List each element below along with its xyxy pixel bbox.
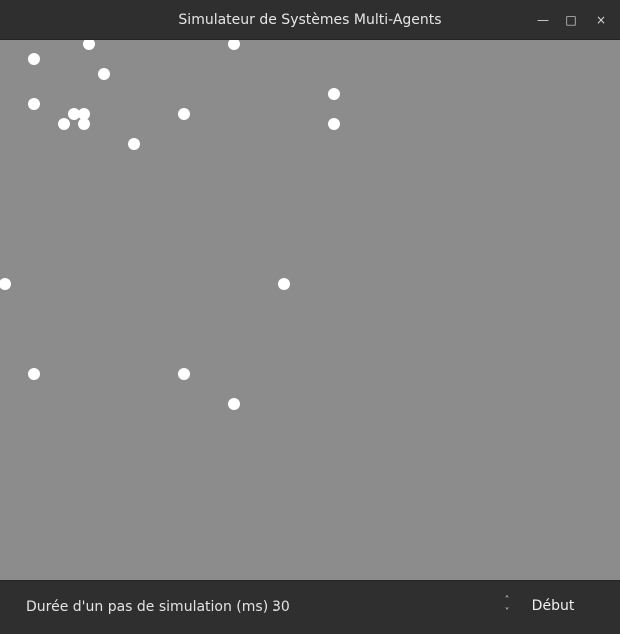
window-title: Simulateur de Systèmes Multi-Agents — [178, 12, 442, 28]
agent — [128, 138, 140, 150]
step-duration-label: Durée d'un pas de simulation (ms) : — [26, 599, 278, 615]
agent — [28, 53, 40, 65]
chevron-up-icon[interactable]: ˄ — [500, 595, 514, 607]
maximize-icon[interactable]: □ — [562, 11, 580, 29]
start-button[interactable]: Début — [522, 593, 584, 619]
agent — [228, 40, 240, 50]
agent — [28, 368, 40, 380]
step-duration-spinner[interactable]: ˄ ˅ — [500, 595, 514, 619]
agent — [178, 108, 190, 120]
simulation-canvas — [0, 40, 620, 580]
agent — [0, 278, 11, 290]
agent — [178, 368, 190, 380]
simulator-window: Simulateur de Systèmes Multi-Agents — □ … — [0, 0, 620, 634]
control-bar: Durée d'un pas de simulation (ms) : ˄ ˅ … — [0, 580, 620, 634]
agent — [328, 88, 340, 100]
agent — [98, 68, 110, 80]
chevron-down-icon[interactable]: ˅ — [500, 607, 514, 619]
agent — [58, 118, 70, 130]
step-duration-input[interactable] — [272, 598, 492, 616]
agent — [328, 118, 340, 130]
agent — [278, 278, 290, 290]
title-bar: Simulateur de Systèmes Multi-Agents — □ … — [0, 0, 620, 40]
minimize-icon[interactable]: — — [534, 11, 552, 29]
agent — [228, 398, 240, 410]
agent — [28, 98, 40, 110]
close-icon[interactable]: × — [592, 11, 610, 29]
agent — [83, 40, 95, 50]
agent — [78, 118, 90, 130]
